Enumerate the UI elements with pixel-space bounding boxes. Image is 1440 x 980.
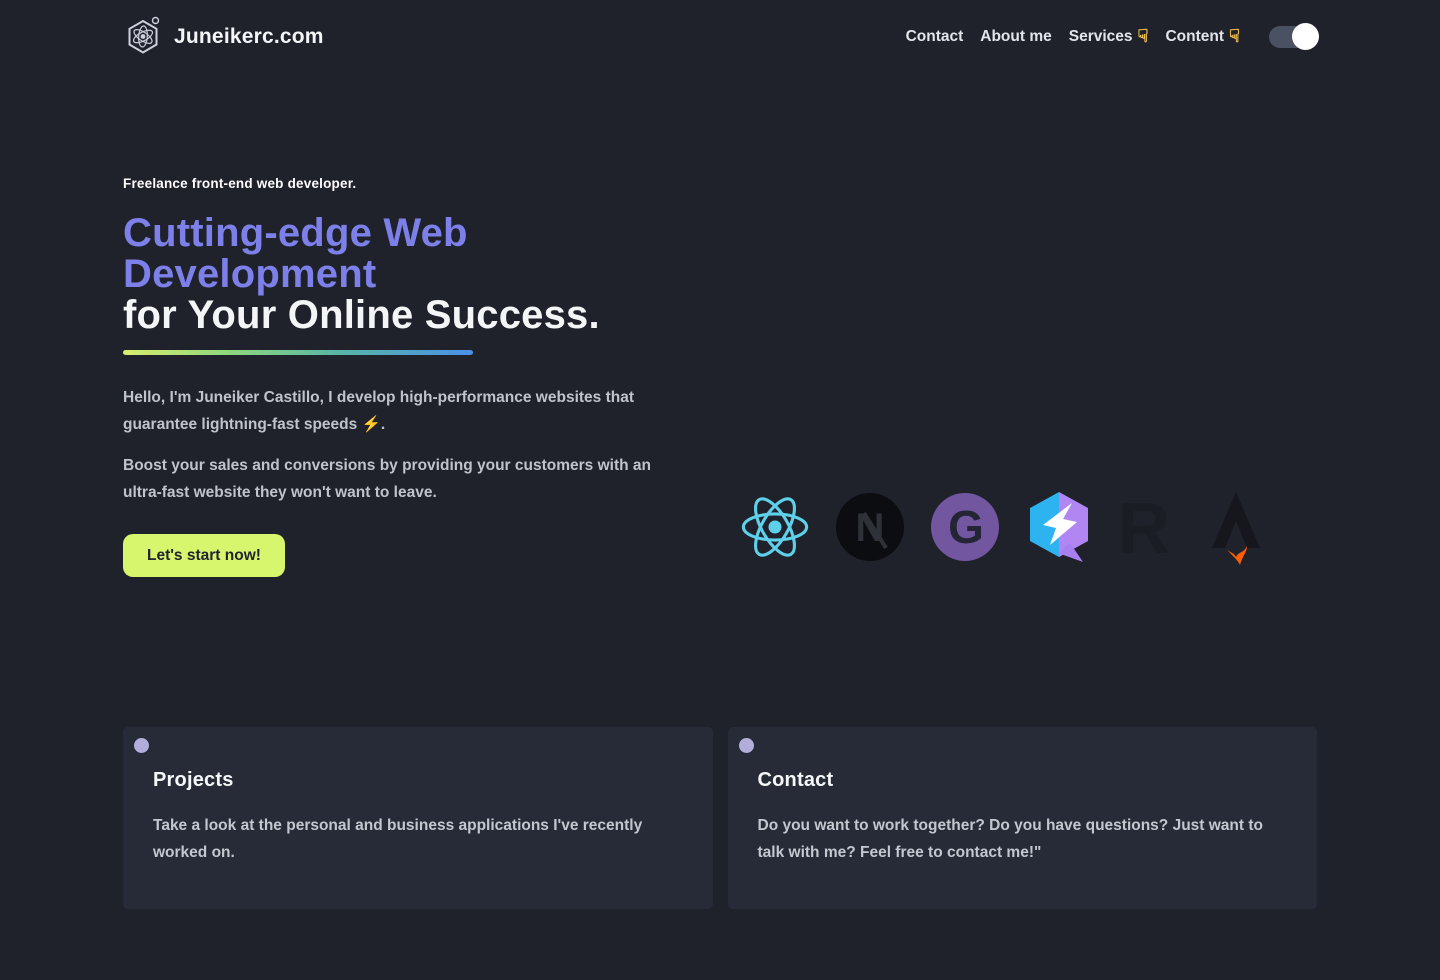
projects-card-body: Take a look at the personal and business… bbox=[153, 812, 683, 866]
projects-card[interactable]: Projects Take a look at the personal and… bbox=[123, 727, 713, 909]
hero-title-rest: for Your Online Success. bbox=[123, 295, 698, 336]
gradient-underline bbox=[123, 350, 473, 355]
theme-toggle[interactable] bbox=[1269, 26, 1317, 48]
astro-logo-icon bbox=[1205, 489, 1267, 565]
svg-text:G: G bbox=[948, 501, 984, 553]
nav-services[interactable]: Services bbox=[1069, 27, 1149, 47]
projects-card-title: Projects bbox=[153, 769, 683, 792]
lightning-bolt-icon bbox=[362, 416, 381, 433]
nav-content[interactable]: Content bbox=[1165, 27, 1240, 47]
toggle-knob bbox=[1292, 23, 1319, 50]
site-logo-icon bbox=[123, 16, 163, 58]
qwik-logo-icon bbox=[1025, 491, 1093, 564]
cta-button[interactable]: Let's start now! bbox=[123, 534, 285, 577]
card-dot bbox=[739, 738, 754, 753]
point-down-icon bbox=[1229, 27, 1240, 47]
nav-about-me[interactable]: About me bbox=[980, 28, 1051, 46]
contact-card-body: Do you want to work together? Do you hav… bbox=[758, 812, 1288, 866]
gatsby-logo-icon: G bbox=[930, 492, 1000, 562]
hero-title: Cutting-edge Web Development for Your On… bbox=[123, 213, 698, 336]
eyebrow: Freelance front-end web developer. bbox=[123, 176, 698, 191]
main-nav: Contact About me Services Content bbox=[906, 26, 1317, 48]
site-header: Juneikerc.com Contact About me Services … bbox=[123, 0, 1317, 60]
contact-card-title: Contact bbox=[758, 769, 1288, 792]
react-logo-icon bbox=[740, 496, 810, 558]
svg-text:R: R bbox=[1118, 493, 1170, 561]
remix-logo-icon: R bbox=[1118, 493, 1180, 561]
contact-card[interactable]: Contact Do you want to work together? Do… bbox=[728, 727, 1318, 909]
boost-paragraph: Boost your sales and conversions by prov… bbox=[123, 453, 663, 506]
nextjs-logo-icon: N bbox=[835, 492, 905, 562]
brand[interactable]: Juneikerc.com bbox=[123, 16, 324, 58]
nav-contact[interactable]: Contact bbox=[906, 28, 964, 46]
cards-section: Projects Take a look at the personal and… bbox=[123, 727, 1317, 909]
hero-section: Freelance front-end web developer. Cutti… bbox=[123, 176, 1317, 577]
tech-logos-row: N G R bbox=[740, 489, 1317, 565]
brand-name: Juneikerc.com bbox=[174, 25, 324, 49]
svg-text:N: N bbox=[856, 506, 885, 550]
main-content: Freelance front-end web developer. Cutti… bbox=[123, 176, 1317, 909]
card-dot bbox=[134, 738, 149, 753]
point-down-icon bbox=[1138, 27, 1149, 47]
intro-paragraph: Hello, I'm Juneiker Castillo, I develop … bbox=[123, 385, 663, 438]
hero-title-accent: Cutting-edge Web Development bbox=[123, 213, 698, 295]
hero-text-column: Freelance front-end web developer. Cutti… bbox=[123, 176, 698, 577]
